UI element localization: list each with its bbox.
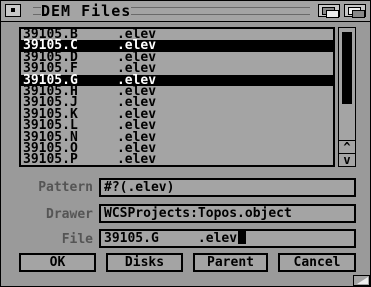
file-list[interactable]: 39105.B .elev 39105.C .elev 39105.D .elev 3…: [19, 27, 335, 167]
file-list-item[interactable]: 39105.P .elev: [21, 152, 333, 167]
window-title: DEM Files: [41, 2, 132, 20]
zoom-gadget-icon[interactable]: [318, 4, 340, 18]
pattern-label: Pattern: [38, 180, 93, 195]
file-ext: .elev: [116, 152, 157, 167]
scrollbar-knob[interactable]: [342, 32, 352, 104]
scroll-up-icon[interactable]: ^: [339, 140, 355, 153]
text-cursor: [238, 231, 247, 244]
scrollbar[interactable]: ^ v: [338, 27, 356, 167]
drawer-input[interactable]: WCSProjects:Topos.object: [99, 204, 356, 223]
title-bar[interactable]: DEM Files: [1, 1, 370, 22]
close-gadget-icon[interactable]: [5, 4, 21, 17]
file-input[interactable]: 39105.G .elev: [99, 229, 356, 248]
resize-gadget-icon[interactable]: [353, 275, 370, 286]
file-input-value: 39105.G .elev: [104, 231, 238, 246]
cancel-button[interactable]: Cancel: [278, 253, 356, 272]
file-requester-window: DEM Files 39105.B .elev 39105.C .elev 3910…: [0, 0, 371, 287]
file-label: File: [61, 232, 93, 247]
file-name: 39105.P: [23, 152, 78, 167]
drawer-label: Drawer: [46, 207, 93, 222]
disks-button[interactable]: Disks: [106, 253, 183, 272]
scroll-down-icon[interactable]: v: [339, 153, 355, 166]
parent-button[interactable]: Parent: [193, 253, 268, 272]
ok-button[interactable]: OK: [19, 253, 96, 272]
pattern-input[interactable]: #?(.elev): [99, 178, 356, 197]
file-gap: [78, 152, 117, 165]
depth-gadget-icon[interactable]: [344, 4, 366, 18]
